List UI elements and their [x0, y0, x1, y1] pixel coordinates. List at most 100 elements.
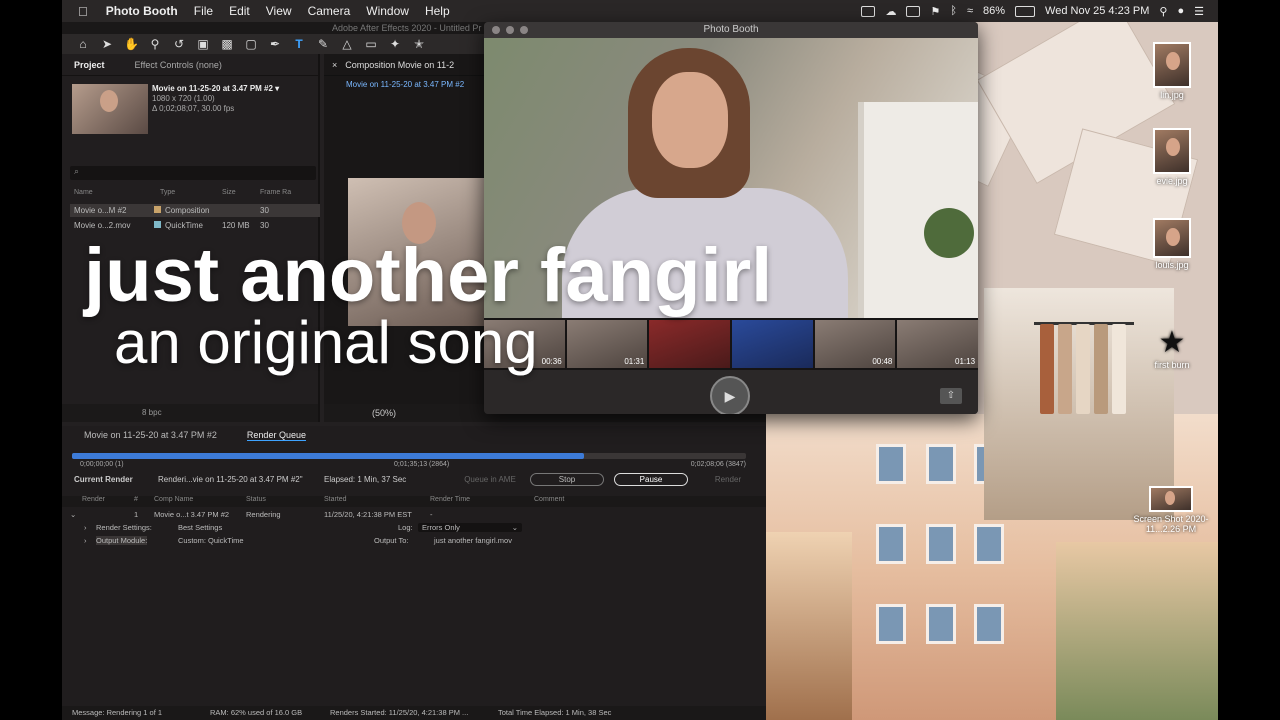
expand-chevron-icon[interactable]: › — [84, 536, 87, 545]
spotlight-search-icon[interactable]: ⚲ — [1159, 5, 1167, 18]
item-duration: Δ 0;02;08;07, 30.00 fps — [152, 104, 235, 113]
clone-stamp-tool-icon[interactable]: △ — [340, 37, 354, 51]
notification-center-icon[interactable]: ☰ — [1194, 5, 1204, 18]
elapsed-time: Elapsed: 1 Min, 37 Sec — [324, 475, 407, 484]
col-status[interactable]: Status — [246, 496, 266, 503]
row-type: Composition — [165, 206, 210, 215]
tab-effect-controls[interactable]: Effect Controls (none) — [135, 60, 222, 70]
flag-icon[interactable]: ⚑ — [930, 5, 940, 18]
current-render-row: Current Render Renderi...vie on 11-25-20… — [74, 473, 764, 486]
video-thumbnail[interactable] — [732, 320, 813, 368]
col-render-time[interactable]: Render Time — [430, 496, 470, 503]
output-to-value[interactable]: just another fangirl.mov — [434, 536, 512, 545]
output-module-value[interactable]: Custom: QuickTime — [178, 536, 244, 545]
type-tool-icon[interactable]: T — [292, 37, 306, 51]
time-end: 0;02;08;06 (3847) — [690, 461, 746, 468]
queue-in-ame-button[interactable]: Queue in AME — [460, 473, 520, 486]
col-frame-rate[interactable]: Frame Ra — [260, 189, 291, 196]
video-thumbnail[interactable] — [649, 320, 731, 368]
close-icon[interactable]: × — [332, 60, 337, 70]
desktop-icon-screenshot[interactable]: Screen Shot 2020-11...2.26 PM — [1126, 486, 1216, 534]
roto-brush-tool-icon[interactable]: ✦ — [388, 37, 402, 51]
minimize-window-icon[interactable] — [506, 26, 514, 34]
log-select[interactable]: Errors Only ⌄ — [418, 523, 522, 532]
project-row[interactable]: Movie o...2.mov QuickTime 120 MB 30 — [70, 219, 320, 232]
siri-icon[interactable]: ● — [1177, 5, 1184, 17]
tab-render-queue[interactable]: Render Queue — [246, 430, 306, 441]
render-item-row[interactable]: ⌄ 1 Movie o...t 3.47 PM #2 Rendering 11/… — [62, 510, 766, 522]
col-render[interactable]: Render — [82, 496, 105, 503]
video-subtitle-overlay: an original song — [114, 309, 538, 376]
col-comment[interactable]: Comment — [534, 496, 564, 503]
zoom-level[interactable]: (50%) — [372, 408, 396, 418]
wifi-icon[interactable]: ≈ — [967, 5, 973, 17]
render-settings-label: Render Settings: — [96, 523, 152, 532]
project-search-input[interactable]: ⌕ — [70, 166, 316, 180]
battery-icon[interactable] — [1015, 5, 1036, 17]
tab-composition[interactable]: Composition Movie on 11-2 — [345, 60, 454, 70]
menu-camera[interactable]: Camera — [300, 4, 359, 18]
item-name[interactable]: Movie on 11-25-20 at 3.47 PM #2 ▾ — [152, 84, 279, 93]
time-start: 0;00;00;00 (1) — [80, 461, 124, 468]
puppet-pin-tool-icon[interactable]: ✭ — [412, 37, 426, 51]
col-size[interactable]: Size — [222, 189, 260, 196]
menu-window[interactable]: Window — [358, 4, 417, 18]
clock[interactable]: Wed Nov 25 4:23 PM — [1045, 5, 1149, 17]
selection-tool-icon[interactable]: ➤ — [100, 37, 114, 51]
pen-tool-icon[interactable]: ✒ — [268, 37, 282, 51]
rectangle-tool-icon[interactable]: ▢ — [244, 37, 258, 51]
brush-tool-icon[interactable]: ✎ — [316, 37, 330, 51]
expand-chevron-icon[interactable]: › — [84, 523, 87, 532]
video-thumbnail[interactable]: 00:48 — [814, 320, 896, 368]
render-button[interactable]: Render — [698, 473, 758, 486]
output-module-row: › Output Module: Custom: QuickTime Outpu… — [62, 536, 766, 548]
cloud-icon[interactable]: ☁ — [885, 5, 896, 18]
camera-tool-icon[interactable]: ▣ — [196, 37, 210, 51]
photo-booth-window: Photo Booth 00:36 01:31 00:48 01:13 ▶ ⇧ — [484, 22, 978, 414]
menu-help[interactable]: Help — [417, 4, 458, 18]
zoom-tool-icon[interactable]: ⚲ — [148, 37, 162, 51]
col-number[interactable]: # — [134, 496, 138, 503]
col-started[interactable]: Started — [324, 496, 347, 503]
home-icon[interactable]: ⌂ — [76, 37, 90, 51]
render-queue-headers: Render # Comp Name Status Started Render… — [62, 496, 766, 507]
menu-file[interactable]: File — [186, 4, 221, 18]
video-thumbnail[interactable]: 01:13 — [897, 320, 978, 368]
battery-percent[interactable]: 86% — [983, 5, 1005, 17]
col-name[interactable]: Name — [70, 189, 160, 196]
camera-status-icon[interactable] — [861, 5, 876, 17]
share-button[interactable]: ⇧ — [940, 388, 962, 404]
col-type[interactable]: Type — [160, 189, 222, 196]
row-name: Movie o...2.mov — [74, 221, 131, 230]
pan-behind-tool-icon[interactable]: ▩ — [220, 37, 234, 51]
record-video-button[interactable]: ▶ — [710, 376, 750, 414]
photo-booth-titlebar[interactable]: Photo Booth — [484, 22, 978, 38]
close-window-icon[interactable] — [492, 26, 500, 34]
project-row[interactable]: Movie o...M #2 Composition 30 — [70, 204, 320, 217]
render-settings-value[interactable]: Best Settings — [178, 523, 222, 532]
desktop-icon-first-burn[interactable]: ★ first burn — [1132, 328, 1212, 371]
project-column-headers: Name Type Size Frame Ra — [70, 189, 320, 196]
tab-project[interactable]: Project — [74, 60, 105, 70]
expand-chevron-icon[interactable]: ⌄ — [70, 510, 76, 519]
bluetooth-icon[interactable]: ᛒ — [950, 5, 957, 17]
video-camera-icon: ▶ — [724, 388, 736, 404]
pause-button[interactable]: Pause — [614, 473, 688, 486]
menu-edit[interactable]: Edit — [221, 4, 258, 18]
eraser-tool-icon[interactable]: ▭ — [364, 37, 378, 51]
desktop-icon-lin[interactable]: lin.jpg — [1132, 42, 1212, 100]
zoom-window-icon[interactable] — [520, 26, 528, 34]
desktop-icon-evie[interactable]: evie.jpg — [1132, 128, 1212, 186]
menu-app-name[interactable]: Photo Booth — [98, 4, 186, 18]
hand-tool-icon[interactable]: ✋ — [124, 37, 139, 51]
airplay-icon[interactable] — [906, 5, 921, 17]
menu-view[interactable]: View — [258, 4, 300, 18]
apple-icon[interactable]:  — [62, 4, 98, 19]
tab-timeline[interactable]: Movie on 11-25-20 at 3.47 PM #2 — [84, 430, 217, 440]
video-thumbnail[interactable]: 01:31 — [566, 320, 648, 368]
desktop-icon-louis[interactable]: louis.jpg — [1132, 218, 1212, 270]
stop-button[interactable]: Stop — [530, 473, 604, 486]
rotate-tool-icon[interactable]: ↺ — [172, 37, 186, 51]
bit-depth[interactable]: 8 bpc — [142, 408, 162, 417]
col-comp-name[interactable]: Comp Name — [154, 496, 193, 503]
